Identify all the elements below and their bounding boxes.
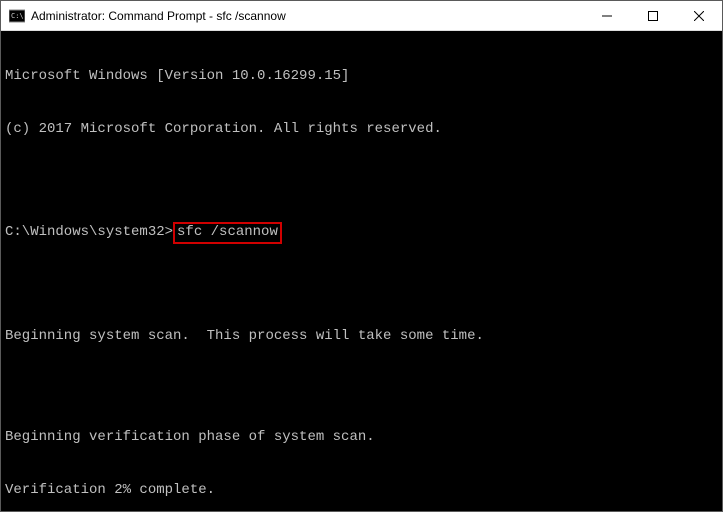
titlebar[interactable]: C:\ Administrator: Command Prompt - sfc … [1, 1, 722, 31]
terminal-output: Verification 2% complete. [5, 482, 718, 500]
prompt-text: C:\Windows\system32> [5, 224, 173, 242]
svg-text:C:\: C:\ [11, 12, 24, 20]
command-highlight: sfc /scannow [173, 222, 282, 244]
terminal-output: Beginning verification phase of system s… [5, 429, 718, 447]
minimize-button[interactable] [584, 1, 630, 30]
cmd-icon: C:\ [9, 8, 25, 24]
terminal-area[interactable]: Microsoft Windows [Version 10.0.16299.15… [1, 31, 722, 511]
terminal-output: (c) 2017 Microsoft Corporation. All righ… [5, 121, 718, 139]
close-button[interactable] [676, 1, 722, 30]
window-title: Administrator: Command Prompt - sfc /sca… [31, 9, 584, 23]
command-prompt-window: C:\ Administrator: Command Prompt - sfc … [0, 0, 723, 512]
window-controls [584, 1, 722, 30]
terminal-output: Microsoft Windows [Version 10.0.16299.15… [5, 68, 718, 86]
terminal-output: Beginning system scan. This process will… [5, 328, 718, 346]
maximize-button[interactable] [630, 1, 676, 30]
prompt-line: C:\Windows\system32>sfc /scannow [5, 222, 718, 244]
